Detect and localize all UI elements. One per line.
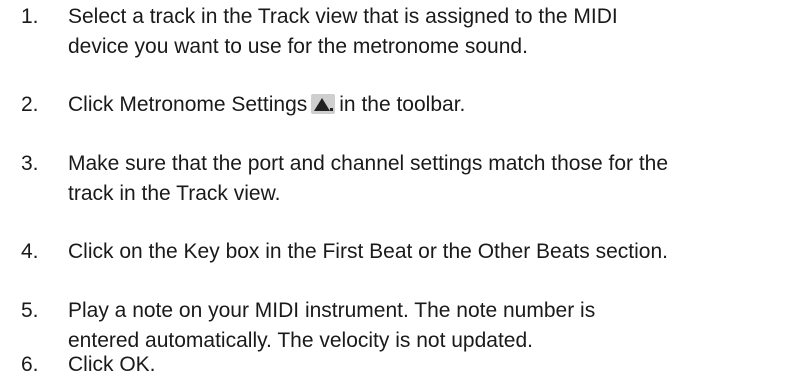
- step-text: Make sure that the port and channel sett…: [68, 149, 792, 209]
- step-text-line: Click on the Key box in the First Beat o…: [68, 240, 668, 263]
- step-number: 2.: [21, 93, 39, 116]
- step-text: Click Metronome Settings in the toolbar.: [68, 90, 792, 120]
- step-text: Click on the Key box in the First Beat o…: [68, 237, 792, 267]
- step-text-after-icon: in the toolbar.: [339, 93, 466, 116]
- step-text-line: Play a note on your MIDI instrument. The…: [68, 299, 596, 322]
- step-text-before-icon: Click Metronome Settings: [68, 93, 308, 116]
- step-text-line: Select a track in the Track view that is…: [68, 5, 618, 28]
- step-number: 6.: [21, 353, 39, 376]
- step-text-line: Make sure that the port and channel sett…: [68, 152, 669, 175]
- step-text-line: device you want to use for the metronome…: [68, 35, 528, 58]
- metronome-settings-icon: [311, 94, 336, 114]
- step-text-line: Click Metronome Settings in the toolbar.: [68, 90, 792, 120]
- step-number: 5.: [21, 299, 39, 322]
- step-number: 4.: [21, 240, 39, 263]
- step-text-line: Click OK.: [68, 353, 156, 376]
- step-text-line: track in the Track view.: [68, 182, 281, 205]
- step-number: 1.: [21, 5, 39, 28]
- step-number: 3.: [21, 152, 39, 175]
- step-text: Play a note on your MIDI instrument. The…: [68, 296, 792, 356]
- step-text: Click OK.: [68, 350, 792, 380]
- instruction-steps: 1. Select a track in the Track view that…: [0, 0, 796, 381]
- step-text: Select a track in the Track view that is…: [68, 2, 792, 62]
